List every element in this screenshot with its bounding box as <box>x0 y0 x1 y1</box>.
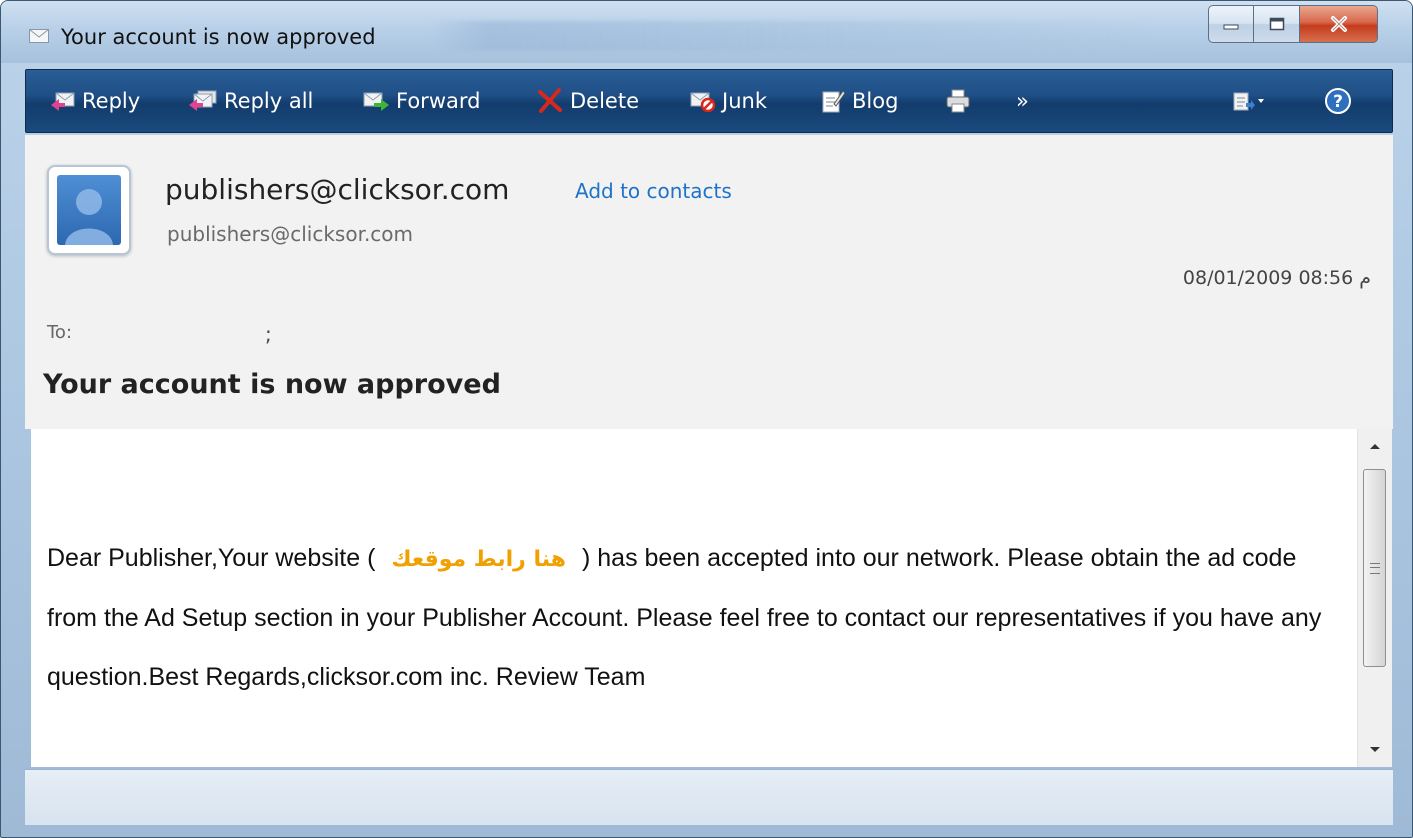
more-commands-button[interactable]: » <box>1016 70 1029 132</box>
sender-email: publishers@clicksor.com <box>167 222 414 246</box>
delete-icon <box>538 88 562 113</box>
reply-all-label: Reply all <box>224 89 314 113</box>
close-icon <box>1330 16 1347 32</box>
junk-label: Junk <box>722 89 767 113</box>
help-button[interactable]: ? <box>1324 70 1358 132</box>
view-icon <box>1233 92 1264 111</box>
scroll-up-button[interactable] <box>1358 429 1392 463</box>
reply-button[interactable]: Reply <box>50 70 140 132</box>
vertical-scrollbar[interactable] <box>1357 429 1392 767</box>
message-text-part-1: Dear Publisher,Your website ( <box>47 544 376 572</box>
maximize-button[interactable] <box>1254 5 1300 43</box>
junk-icon <box>690 92 716 112</box>
more-commands-label: » <box>1016 89 1029 113</box>
status-bar <box>25 769 1393 825</box>
maximize-icon <box>1269 17 1284 31</box>
reply-all-button[interactable]: Reply all <box>188 70 313 132</box>
minimize-icon <box>1223 24 1239 30</box>
delete-button[interactable]: Delete <box>536 70 639 132</box>
view-menu-button[interactable] <box>1232 70 1272 132</box>
svg-text:?: ? <box>1333 92 1343 112</box>
blog-button[interactable]: Blog <box>820 70 898 132</box>
forward-icon <box>363 92 389 111</box>
title-bar[interactable]: Your account is now approved <box>1 1 1412 63</box>
person-icon <box>65 189 113 245</box>
title-bar-background-glass <box>431 21 1151 51</box>
forward-label: Forward <box>396 89 481 113</box>
sender-name: publishers@clicksor.com <box>165 173 510 206</box>
envelope-icon <box>29 29 49 43</box>
sender-avatar <box>47 165 131 255</box>
scroll-thumb[interactable] <box>1363 469 1386 667</box>
message-text: Dear Publisher,Your website ( هنا رابط مو… <box>47 529 1337 707</box>
to-label: To: <box>47 322 73 343</box>
reply-label: Reply <box>82 89 141 113</box>
message-toolbar: Reply Reply all Forward Delete Junk Blog… <box>25 69 1393 133</box>
blog-label: Blog <box>852 89 899 113</box>
print-button[interactable] <box>944 70 978 132</box>
arrow-down-icon <box>1370 747 1380 752</box>
add-to-contacts-link[interactable]: Add to contacts <box>575 179 732 203</box>
message-header: publishers@clicksor.com Add to contacts … <box>25 135 1393 429</box>
blog-icon <box>822 90 846 113</box>
reply-icon <box>51 92 75 111</box>
minimize-button[interactable] <box>1208 5 1254 43</box>
close-button[interactable] <box>1300 5 1378 43</box>
message-body[interactable]: Dear Publisher,Your website ( هنا رابط مو… <box>31 429 1357 767</box>
arrow-up-icon <box>1370 444 1380 449</box>
message-subject: Your account is now approved <box>43 369 501 400</box>
help-icon: ? <box>1325 88 1351 114</box>
forward-button[interactable]: Forward <box>362 70 480 132</box>
scroll-down-button[interactable] <box>1358 733 1392 767</box>
printer-icon <box>946 89 970 113</box>
message-datetime: 08/01/2009 08:56 م <box>1182 267 1371 289</box>
window-controls <box>1208 5 1378 43</box>
window-title: Your account is now approved <box>61 25 376 49</box>
mail-window: Your account is now approved Reply Reply… <box>0 0 1413 838</box>
junk-button[interactable]: Junk <box>688 70 767 132</box>
to-recipients: ; <box>265 322 272 346</box>
reply-all-icon <box>189 90 217 111</box>
delete-label: Delete <box>570 89 639 113</box>
grip-icon <box>1369 562 1380 574</box>
website-link-placeholder: هنا رابط موقعك <box>391 547 566 572</box>
